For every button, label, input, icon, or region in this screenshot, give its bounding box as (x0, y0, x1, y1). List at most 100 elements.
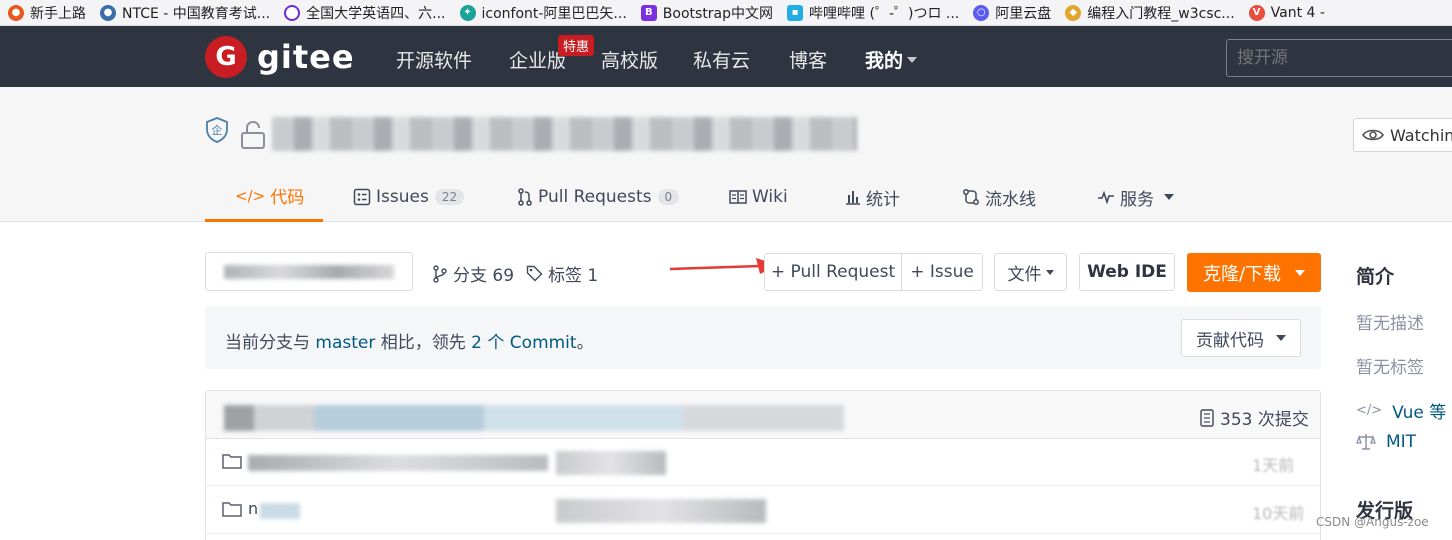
compare-text: 当前分支与 master 相比，领先 2 个 Commit。 (225, 333, 594, 353)
no-description: 暂无描述 (1356, 314, 1424, 334)
issues-count-badge: 22 (434, 189, 465, 205)
bookmark-8[interactable]: V Vant 4 - (1241, 0, 1331, 25)
bookmark-7[interactable]: ◆ 编程入门教程_w3csc... (1057, 0, 1240, 25)
branches-count: 分支 69 (453, 266, 515, 286)
pull-request-icon (518, 188, 532, 206)
eye-icon (1362, 129, 1384, 141)
folder-icon (222, 502, 242, 517)
aliyun-drive-icon: ○ (973, 4, 990, 21)
master-branch-link[interactable]: master (315, 333, 375, 353)
clone-download-button[interactable]: 克隆/下载 (1187, 253, 1321, 292)
tab-services[interactable]: 服务 (1097, 172, 1174, 222)
file-menu-button[interactable]: 文件 (994, 253, 1067, 291)
watch-label: Watching (1390, 125, 1452, 145)
new-issue-button[interactable]: + Issue (901, 253, 983, 291)
tab-pull-requests[interactable]: Pull Requests 0 (517, 172, 680, 222)
bookmark-3[interactable]: ✦ iconfont-阿里巴巴矢... (452, 0, 633, 25)
file-list: 353 次提交 1天前 n 10天前 (205, 390, 1321, 540)
tab-code[interactable]: </> 代码 (205, 172, 323, 222)
bookmarks-bar: ● 新手上路 ● NTCE - 中国教育考试... 全国大学英语四、六... ✦ ic… (0, 0, 1452, 26)
iconfont-icon: ✦ (459, 4, 476, 21)
file-time: 1天前 (1252, 456, 1295, 475)
bookmark-2[interactable]: 全国大学英语四、六... (276, 0, 451, 25)
top-nav: G gitee 开源软件 企业版 特惠 高校版 私有云 博客 我的 (0, 26, 1452, 87)
no-tags: 暂无标签 (1356, 358, 1424, 378)
ahead-commits-link[interactable]: 2 个 Commit (471, 333, 576, 353)
project-title-redacted[interactable] (272, 117, 857, 151)
hot-badge: 特惠 (558, 35, 595, 56)
vant-icon: V (1248, 4, 1265, 21)
chevron-down-icon (1164, 194, 1174, 200)
bookmark-5[interactable]: ▪ 哔哩哔哩 (゜-゜)つロ ... (779, 0, 965, 25)
pipeline-icon (963, 189, 979, 205)
pull-requests-count-badge: 0 (657, 189, 680, 205)
table-row[interactable]: n 10天前 (206, 487, 1320, 534)
nav-blog[interactable]: 博客 (789, 46, 827, 73)
license-label: MIT (1386, 432, 1417, 452)
search-input[interactable] (1226, 39, 1452, 77)
gitee-logo[interactable]: G gitee (205, 36, 355, 78)
file-name-prefix: n (248, 499, 259, 518)
code-icon: </> (235, 186, 266, 205)
chevron-down-icon (1295, 269, 1306, 276)
annotation-red-arrow (669, 258, 778, 274)
license-link[interactable]: MIT (1356, 432, 1416, 452)
branch-select[interactable] (205, 252, 413, 291)
pulse-icon (1098, 190, 1114, 204)
w3cschool-icon: ◆ (1065, 4, 1082, 21)
new-pull-request-button[interactable]: + Pull Request (764, 253, 902, 291)
language-link[interactable]: </> Vue 等 4 (1356, 398, 1452, 423)
project-header: 企 Watching </> 代码 Issues 22 Pull Request… (0, 87, 1452, 222)
contribute-code-button[interactable]: 贡献代码 (1181, 319, 1301, 357)
tab-stats[interactable]: 统计 (845, 172, 900, 222)
commits-count-link[interactable]: 353 次提交 (1200, 405, 1309, 430)
book-icon (729, 190, 747, 204)
gitee-logo-text: gitee (257, 38, 355, 76)
bookmark-0[interactable]: ● 新手上路 (0, 0, 92, 25)
branch-name-redacted (224, 265, 394, 279)
nav-university[interactable]: 高校版 (601, 46, 658, 73)
latest-commit-row: 353 次提交 (206, 391, 1320, 439)
chevron-down-icon (1276, 335, 1286, 341)
bookmark-1[interactable]: ● NTCE - 中国教育考试... (92, 0, 276, 25)
tab-wiki-label: Wiki (752, 187, 788, 207)
issues-icon (353, 188, 371, 206)
scale-icon (1356, 434, 1376, 450)
branches-link[interactable]: 分支 69 (432, 261, 514, 286)
chevron-down-icon (907, 56, 918, 63)
file-name-redacted (248, 455, 548, 471)
globe-icon (284, 4, 301, 21)
branch-icon (433, 264, 447, 283)
file-message-redacted (556, 451, 666, 475)
tab-services-label: 服务 (1120, 189, 1154, 210)
web-ide-button[interactable]: Web IDE (1079, 253, 1175, 291)
tab-issues[interactable]: Issues 22 (353, 172, 465, 222)
bilibili-icon: ▪ (787, 4, 804, 21)
tab-issues-label: Issues (376, 187, 429, 207)
nav-mine[interactable]: 我的 (865, 46, 918, 73)
file-time: 10天前 (1252, 504, 1305, 523)
folder-icon (222, 454, 242, 469)
bar-chart-icon (846, 191, 860, 205)
bookmark-6[interactable]: ○ 阿里云盘 (965, 0, 1057, 25)
intro-title: 简介 (1356, 266, 1395, 288)
tags-link[interactable]: 标签 1 (526, 261, 598, 286)
tab-wiki[interactable]: Wiki (729, 172, 788, 222)
clone-download-label: 克隆/下载 (1202, 263, 1282, 285)
file-name-redacted (260, 503, 300, 519)
bookmark-4[interactable]: B Bootstrap中文网 (633, 0, 779, 25)
code-icon: </> (1356, 403, 1383, 418)
file-message-redacted (556, 499, 766, 523)
commits-count: 353 次提交 (1220, 410, 1309, 430)
contribute-label: 贡献代码 (1196, 330, 1264, 351)
enterprise-shield-icon: 企 (206, 117, 228, 143)
watch-button[interactable]: Watching (1353, 118, 1452, 152)
bootstrap-icon: B (640, 4, 657, 21)
tab-pipeline[interactable]: 流水线 (962, 172, 1036, 222)
nav-open-source[interactable]: 开源软件 (396, 46, 472, 73)
latest-commit-redacted[interactable] (224, 405, 844, 431)
nav-private-cloud[interactable]: 私有云 (693, 46, 750, 73)
nav-mine-label: 我的 (865, 50, 904, 72)
table-row[interactable]: 1天前 (206, 439, 1320, 486)
tab-pipeline-label: 流水线 (985, 189, 1036, 210)
